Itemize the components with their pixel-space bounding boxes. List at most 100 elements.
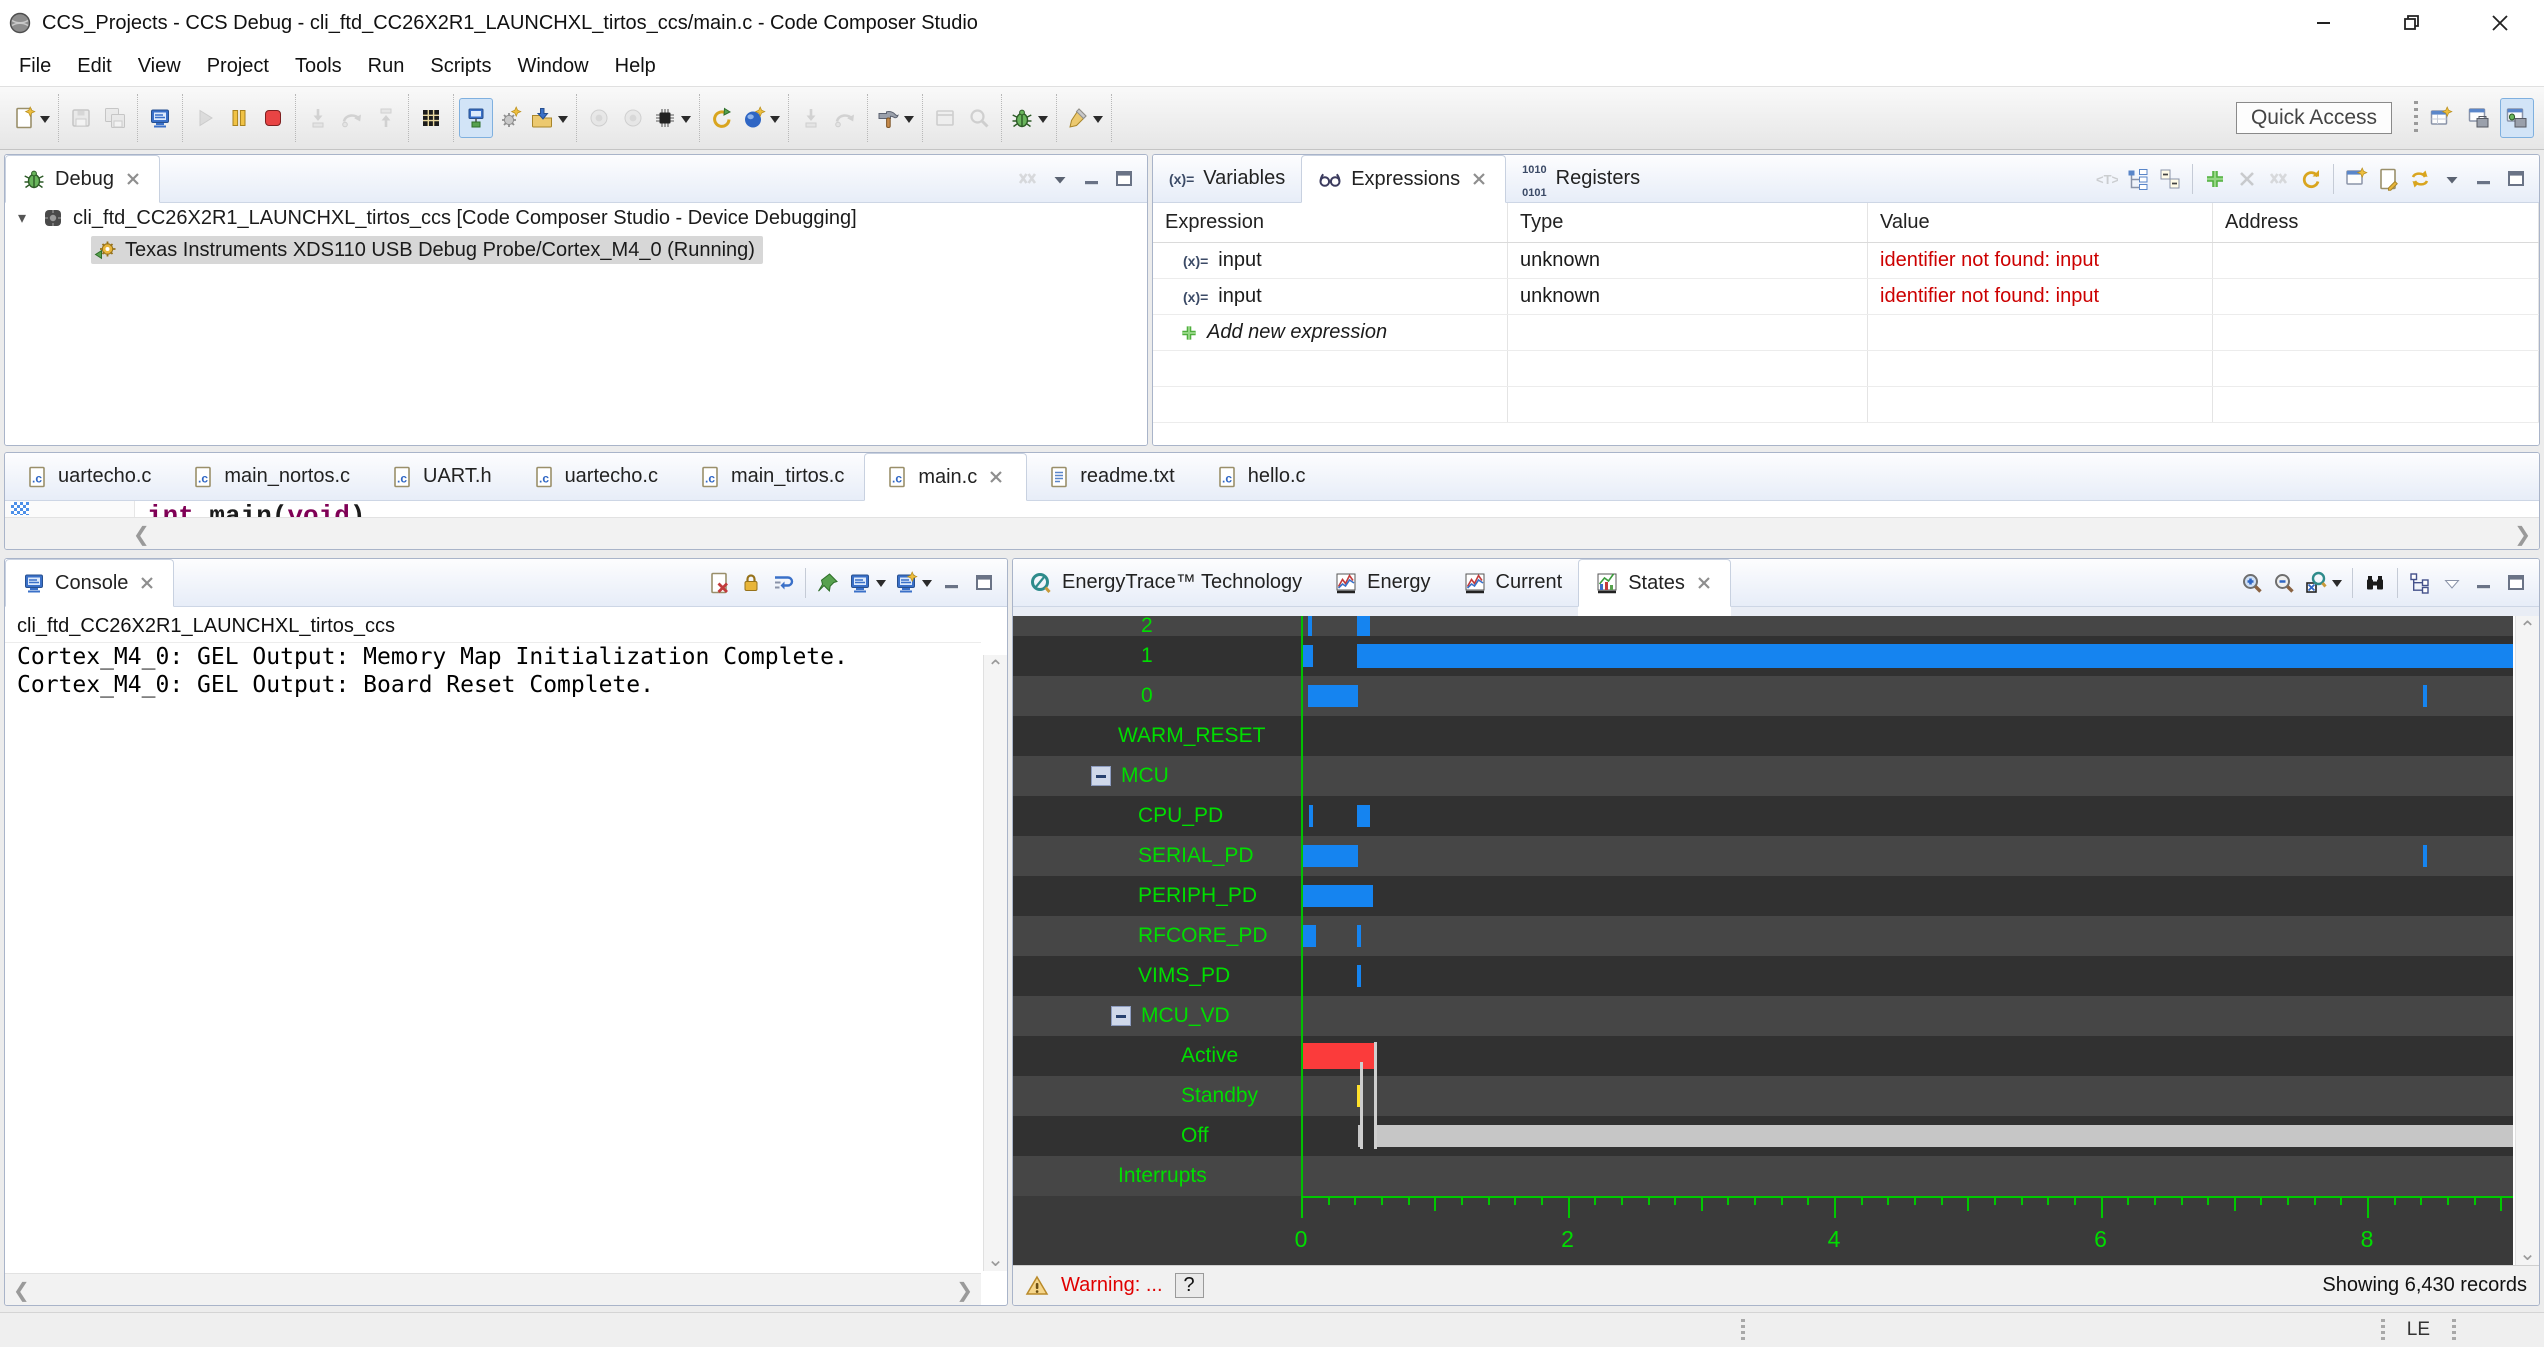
restore-window-button[interactable] bbox=[2368, 0, 2456, 46]
state-row-label[interactable]: SERIAL_PD bbox=[1138, 844, 1254, 868]
step-return-button[interactable] bbox=[369, 98, 403, 138]
save-all-button[interactable] bbox=[98, 98, 132, 138]
column-header-address[interactable]: Address bbox=[2213, 203, 2539, 242]
scroll-down-icon[interactable]: ⌄ bbox=[984, 1249, 1007, 1269]
dropdown-arrow-icon[interactable] bbox=[40, 116, 50, 128]
editor-tab-uartecho-c[interactable]: .cuartecho.c bbox=[512, 453, 678, 500]
collapse-group-icon[interactable] bbox=[1091, 766, 1111, 786]
editor-tab-uartecho-c[interactable]: .cuartecho.c bbox=[5, 453, 171, 500]
state-row-label[interactable]: MCU_VD bbox=[1141, 1004, 1230, 1028]
step-into-button[interactable] bbox=[301, 98, 335, 138]
new-file-button[interactable] bbox=[9, 98, 53, 138]
column-header-value[interactable]: Value bbox=[1868, 203, 2213, 242]
pin-tool-button[interactable] bbox=[1062, 98, 1106, 138]
terminate-button[interactable] bbox=[256, 98, 290, 138]
pin-console-button[interactable] bbox=[813, 566, 843, 600]
zoom-out-button[interactable] bbox=[2269, 566, 2299, 600]
state-row-label[interactable]: CPU_PD bbox=[1138, 804, 1223, 828]
refresh-button[interactable] bbox=[2296, 162, 2326, 196]
minimize-window-button[interactable] bbox=[2280, 0, 2368, 46]
view-tab-states[interactable]: States bbox=[1578, 559, 1731, 607]
menu-project[interactable]: Project bbox=[194, 51, 282, 82]
scroll-lock-button[interactable] bbox=[736, 566, 766, 600]
device-chip-button[interactable] bbox=[650, 98, 694, 138]
word-wrap-button[interactable] bbox=[768, 566, 798, 600]
state-row-label[interactable]: Active bbox=[1181, 1044, 1238, 1068]
ccs-edit-perspective-button[interactable] bbox=[2462, 98, 2496, 138]
view-tab-registers[interactable]: 10100101Registers bbox=[1506, 155, 1656, 202]
dropdown-arrow-icon[interactable] bbox=[904, 116, 914, 128]
remove-expression-button[interactable] bbox=[2232, 162, 2262, 196]
menu-scripts[interactable]: Scripts bbox=[417, 51, 504, 82]
menu-view[interactable]: View bbox=[125, 51, 194, 82]
chart-vertical-scrollbar[interactable]: ⌃ ⌄ bbox=[2515, 616, 2539, 1265]
retreat-over-button[interactable] bbox=[828, 98, 862, 138]
open-element-button[interactable] bbox=[928, 98, 962, 138]
dropdown-arrow-icon[interactable] bbox=[1038, 116, 1048, 128]
find-button[interactable] bbox=[2360, 566, 2390, 600]
column-header-expression[interactable]: Expression bbox=[1153, 203, 1508, 242]
menu-help[interactable]: Help bbox=[602, 51, 669, 82]
states-chart[interactable]: 210WARM_RESETMCUCPU_PDSERIAL_PDPERIPH_PD… bbox=[1013, 616, 2513, 1265]
debug-launch-button[interactable] bbox=[1007, 98, 1051, 138]
state-row-label[interactable]: 2 bbox=[1141, 616, 1153, 638]
minimize-button[interactable] bbox=[2469, 566, 2499, 600]
expression-row[interactable]: (x)=inputunknownidentifier not found: in… bbox=[1153, 279, 2539, 315]
zoom-fit-button[interactable] bbox=[2301, 566, 2345, 600]
state-row-label[interactable]: RFCORE_PD bbox=[1138, 924, 1268, 948]
clear-console-button[interactable] bbox=[704, 566, 734, 600]
load-program-button[interactable] bbox=[527, 98, 571, 138]
state-row-label[interactable]: Interrupts bbox=[1118, 1164, 1207, 1188]
suspend-button[interactable] bbox=[222, 98, 256, 138]
console-output[interactable]: cli_ftd_CC26X2R1_LAUNCHXL_tirtos_ccs Cor… bbox=[5, 607, 981, 1271]
step-over-button[interactable] bbox=[335, 98, 369, 138]
editor-tab-hello-c[interactable]: .chello.c bbox=[1195, 453, 1326, 500]
state-row-label[interactable]: Standby bbox=[1181, 1084, 1258, 1108]
view-tab-expressions[interactable]: Expressions bbox=[1301, 155, 1506, 203]
build-button[interactable] bbox=[873, 98, 917, 138]
show-logical-structure-button[interactable] bbox=[2123, 162, 2153, 196]
tree-mode-button[interactable] bbox=[2405, 566, 2435, 600]
ccs-debug-perspective-button[interactable] bbox=[2500, 98, 2534, 138]
warning-text[interactable]: Warning: ... bbox=[1061, 1274, 1163, 1297]
scroll-down-icon[interactable]: ⌄ bbox=[2516, 1243, 2539, 1263]
close-tab-icon[interactable] bbox=[1694, 573, 1714, 593]
dropdown-arrow-icon[interactable] bbox=[770, 116, 780, 128]
expand-arrow-icon[interactable]: ▾ bbox=[11, 208, 33, 228]
expression-row[interactable]: (x)=inputunknownidentifier not found: in… bbox=[1153, 243, 2539, 279]
help-button[interactable]: ? bbox=[1175, 1273, 1204, 1298]
add-expression-row[interactable]: Add new expression bbox=[1153, 315, 2539, 351]
reset-cpu-button[interactable] bbox=[705, 98, 739, 138]
remove-all-terminated-button[interactable] bbox=[1013, 162, 1043, 196]
view-tab-energytrace-technology[interactable]: EnergyTrace™ Technology bbox=[1013, 559, 1318, 606]
reevaluate-button[interactable] bbox=[2405, 162, 2435, 196]
debug-tree-item[interactable]: ▾cli_ftd_CC26X2R1_LAUNCHXL_tirtos_ccs [C… bbox=[5, 203, 1147, 233]
maximize-button[interactable] bbox=[2501, 162, 2531, 196]
maximize-button[interactable] bbox=[2501, 566, 2531, 600]
display-selected-console-button[interactable] bbox=[845, 566, 889, 600]
editor-body[interactable]: int main(void) bbox=[5, 501, 2539, 517]
scroll-right-icon[interactable]: ❯ bbox=[2514, 524, 2531, 544]
menu-run[interactable]: Run bbox=[355, 51, 418, 82]
close-tab-icon[interactable] bbox=[1469, 169, 1489, 189]
console-vertical-scrollbar[interactable]: ⌃ ⌄ bbox=[983, 655, 1007, 1271]
show-type-names-button[interactable]: <T> bbox=[2091, 162, 2121, 196]
open-perspective-button[interactable] bbox=[2424, 98, 2458, 138]
minimize-button[interactable] bbox=[2469, 162, 2499, 196]
menu-edit[interactable]: Edit bbox=[64, 51, 124, 82]
close-tab-icon[interactable] bbox=[137, 573, 157, 593]
quick-access-button[interactable]: Quick Access bbox=[2236, 102, 2392, 134]
memory-browser-button[interactable] bbox=[414, 98, 448, 138]
view-menu-button[interactable] bbox=[2437, 162, 2467, 196]
editor-tab-readme-txt[interactable]: readme.txt bbox=[1027, 453, 1194, 500]
editor-tab-main-nortos-c[interactable]: .cmain_nortos.c bbox=[171, 453, 370, 500]
close-tab-icon[interactable] bbox=[986, 467, 1006, 487]
zoom-in-button[interactable] bbox=[2237, 566, 2267, 600]
remove-all-expressions-button[interactable] bbox=[2264, 162, 2294, 196]
view-menu-button[interactable] bbox=[1045, 162, 1075, 196]
dropdown-arrow-icon[interactable] bbox=[681, 116, 691, 128]
dropdown-arrow-icon[interactable] bbox=[876, 580, 886, 592]
minimize-button[interactable] bbox=[937, 566, 967, 600]
state-row-label[interactable]: WARM_RESET bbox=[1118, 724, 1265, 748]
save-button[interactable] bbox=[64, 98, 98, 138]
